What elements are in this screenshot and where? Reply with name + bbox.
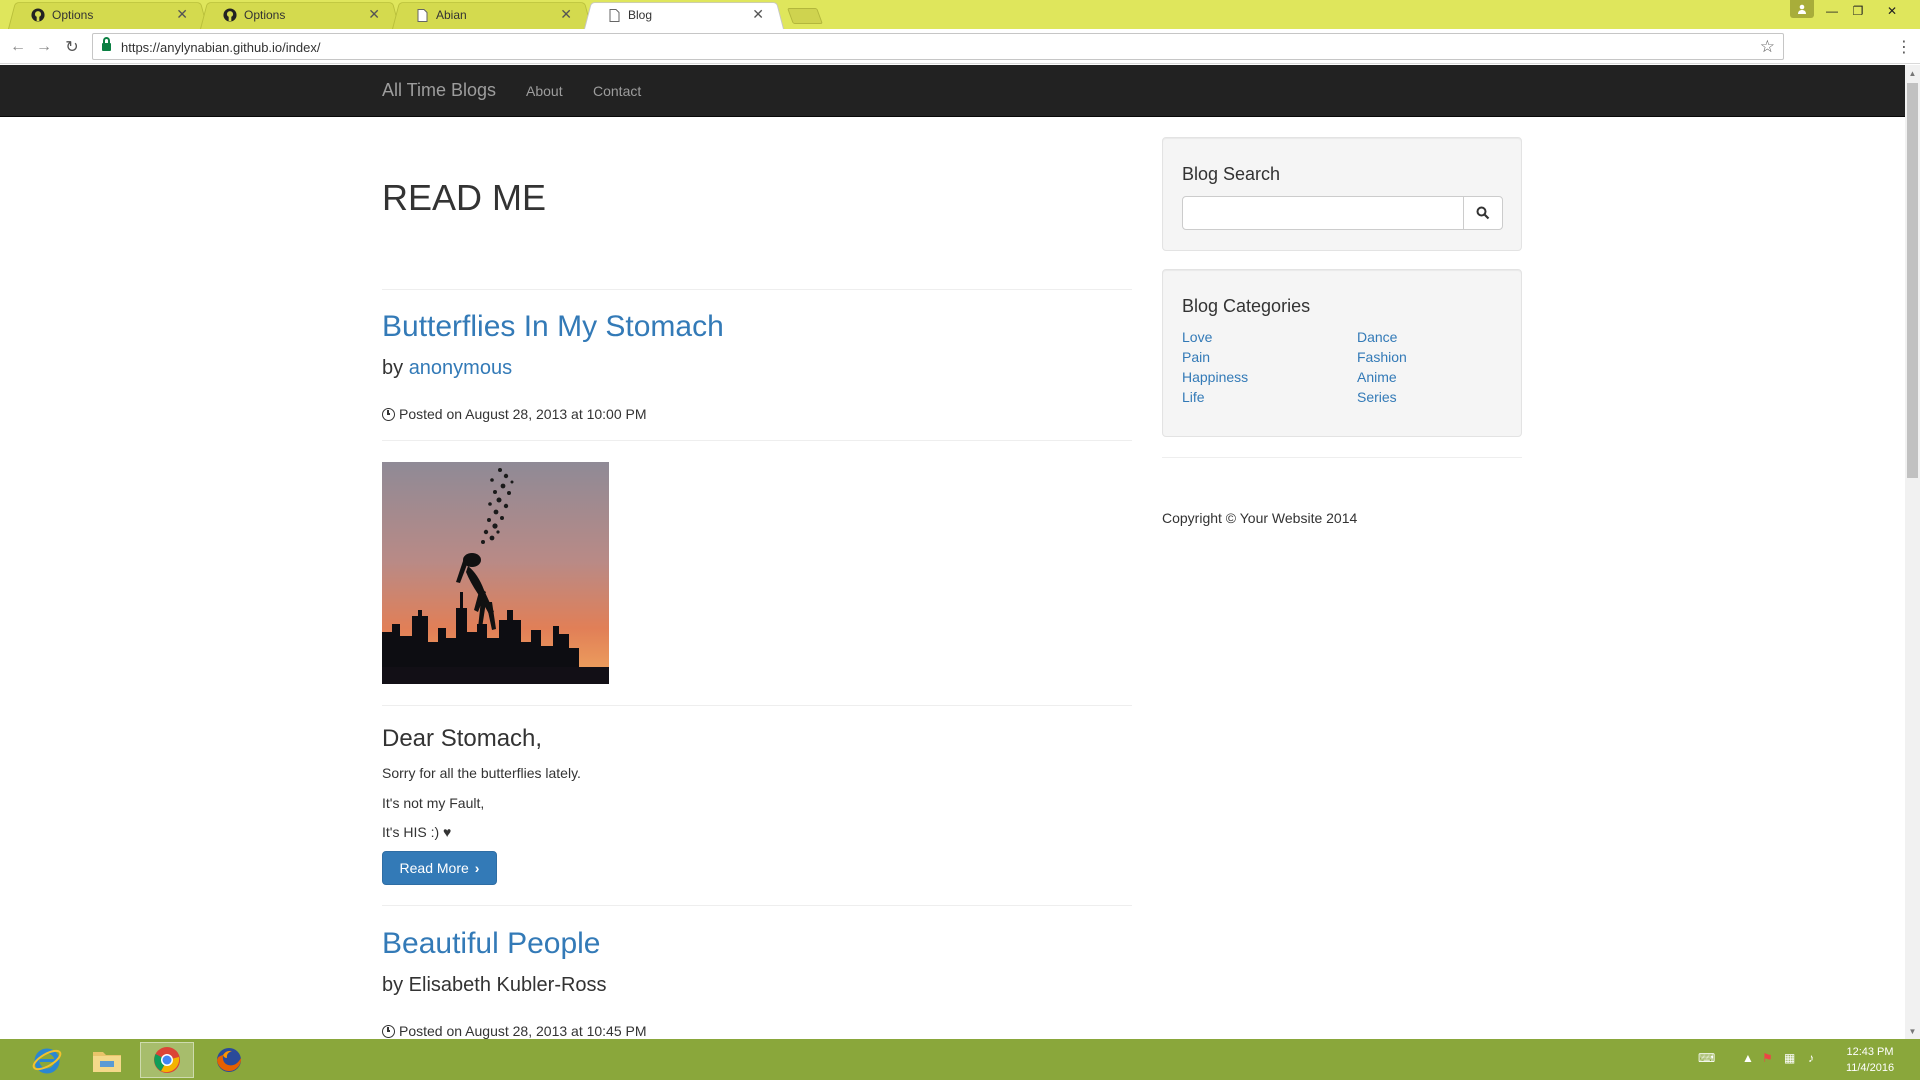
divider xyxy=(1162,457,1522,458)
divider xyxy=(382,440,1132,441)
profile-icon[interactable] xyxy=(1790,0,1814,18)
blog-categories-panel: Blog Categories Love Pain Happiness Life… xyxy=(1162,269,1522,437)
action-center-flag-icon[interactable]: ⚑ xyxy=(1762,1051,1773,1065)
copyright-text: Copyright © Your Website 2014 xyxy=(1162,510,1358,526)
new-tab-button[interactable] xyxy=(787,8,823,24)
category-link[interactable]: Life xyxy=(1182,389,1205,405)
tab-title: Options xyxy=(244,8,286,22)
tab-title: Options xyxy=(52,8,94,22)
read-more-button[interactable]: Read More › xyxy=(382,851,497,885)
address-bar[interactable]: https://anylynabian.github.io/index/ ☆ xyxy=(92,33,1784,60)
taskbar-clock[interactable]: 12:43 PM 11/4/2016 xyxy=(1840,1044,1900,1076)
volume-icon[interactable]: ♪ xyxy=(1808,1051,1814,1065)
url-text: https://anylynabian.github.io/index/ xyxy=(121,40,321,55)
post-image-butterflies xyxy=(382,462,609,684)
close-icon[interactable]: ✕ xyxy=(752,6,764,23)
firefox-icon[interactable] xyxy=(202,1042,256,1078)
close-icon[interactable]: ✕ xyxy=(176,6,188,23)
show-hidden-icons[interactable]: ▲ xyxy=(1742,1051,1754,1065)
page-scrollbar[interactable]: ▲ ▼ xyxy=(1905,65,1920,1039)
minimize-button[interactable]: — xyxy=(1820,0,1844,22)
back-arrow-icon[interactable]: ← xyxy=(8,37,28,57)
page-icon xyxy=(414,7,430,23)
post-byline: by Elisabeth Kubler-Ross xyxy=(382,974,607,996)
tab-options-2[interactable]: Options ✕ xyxy=(200,0,400,30)
category-link[interactable]: Pain xyxy=(1182,349,1210,365)
page-viewport: All Time Blogs About Contact READ ME But… xyxy=(0,65,1905,1039)
scroll-down-icon[interactable]: ▼ xyxy=(1905,1023,1920,1039)
post-byline: by anonymous xyxy=(382,357,513,379)
post-title-link[interactable]: Butterflies In My Stomach xyxy=(382,310,724,344)
scrollbar-thumb[interactable] xyxy=(1907,83,1918,478)
blog-categories-title: Blog Categories xyxy=(1182,296,1311,316)
excerpt-line: Sorry for all the butterflies lately. xyxy=(382,765,581,781)
internet-explorer-icon[interactable] xyxy=(20,1042,74,1078)
tab-title: Blog xyxy=(628,8,653,22)
author-link[interactable]: anonymous xyxy=(409,357,512,379)
search-button[interactable] xyxy=(1463,196,1503,230)
tab-abian[interactable]: Abian ✕ xyxy=(392,0,592,30)
clock-icon xyxy=(382,407,395,421)
github-icon xyxy=(30,7,46,23)
clock-date: 11/4/2016 xyxy=(1845,1062,1895,1074)
bookmark-star-icon[interactable]: ☆ xyxy=(1760,37,1775,57)
excerpt-line: It's HIS :) ♥ xyxy=(382,824,452,840)
search-icon xyxy=(1476,206,1490,220)
divider xyxy=(382,905,1132,906)
search-input[interactable] xyxy=(1182,196,1464,230)
forward-arrow-icon[interactable]: → xyxy=(34,37,54,57)
chevron-right-icon: › xyxy=(474,860,480,876)
excerpt-line: It's not my Fault, xyxy=(382,795,485,811)
category-link[interactable]: Series xyxy=(1357,389,1397,405)
divider xyxy=(382,289,1132,290)
network-icon[interactable]: ▦ xyxy=(1784,1051,1795,1065)
windows-taskbar: ⌨ ▲ ⚑ ▦ ♪ 12:43 PM 11/4/2016 xyxy=(0,1039,1920,1080)
post-date: Posted on August 28, 2013 at 10:00 PM xyxy=(382,406,647,422)
blog-search-panel: Blog Search xyxy=(1162,137,1522,251)
lock-icon xyxy=(102,37,111,52)
tab-options-1[interactable]: Options ✕ xyxy=(8,0,208,30)
excerpt-heading: Dear Stomach, xyxy=(382,725,543,752)
category-link[interactable]: Love xyxy=(1182,329,1212,345)
page-icon xyxy=(606,7,622,23)
browser-toolbar: ← → ↻ https://anylynabian.github.io/inde… xyxy=(0,29,1920,64)
blog-search-title: Blog Search xyxy=(1182,164,1281,184)
clock-time: 12:43 PM xyxy=(1846,1046,1894,1058)
nav-contact[interactable]: Contact xyxy=(593,83,641,99)
category-link[interactable]: Dance xyxy=(1357,329,1397,345)
page-title: READ ME xyxy=(382,177,547,218)
category-link[interactable]: Fashion xyxy=(1357,349,1407,365)
category-link[interactable]: Anime xyxy=(1357,369,1397,385)
site-navbar: All Time Blogs About Contact xyxy=(0,65,1905,117)
github-icon xyxy=(222,7,238,23)
divider xyxy=(382,705,1132,706)
tab-strip: Options ✕ Options ✕ Abian ✕ Blog ✕ — ❐ ✕ xyxy=(0,0,1920,30)
site-brand[interactable]: All Time Blogs xyxy=(382,80,496,101)
clock-icon xyxy=(382,1024,395,1038)
post-title-link[interactable]: Beautiful People xyxy=(382,927,601,961)
category-link[interactable]: Happiness xyxy=(1182,369,1248,385)
close-icon[interactable]: ✕ xyxy=(368,6,380,23)
close-window-button[interactable]: ✕ xyxy=(1872,0,1912,22)
tab-blog[interactable]: Blog ✕ xyxy=(584,0,784,30)
file-explorer-icon[interactable] xyxy=(80,1042,134,1078)
post-date: Posted on August 28, 2013 at 10:45 PM xyxy=(382,1023,647,1039)
reload-icon[interactable]: ↻ xyxy=(62,37,82,57)
scroll-up-icon[interactable]: ▲ xyxy=(1905,65,1920,81)
close-icon[interactable]: ✕ xyxy=(560,6,572,23)
tab-title: Abian xyxy=(436,8,467,22)
nav-about[interactable]: About xyxy=(526,83,563,99)
restore-button[interactable]: ❐ xyxy=(1846,0,1870,22)
keyboard-icon[interactable]: ⌨ xyxy=(1698,1051,1715,1065)
menu-icon[interactable]: ⋮ xyxy=(1896,37,1912,57)
chrome-icon[interactable] xyxy=(140,1042,194,1078)
